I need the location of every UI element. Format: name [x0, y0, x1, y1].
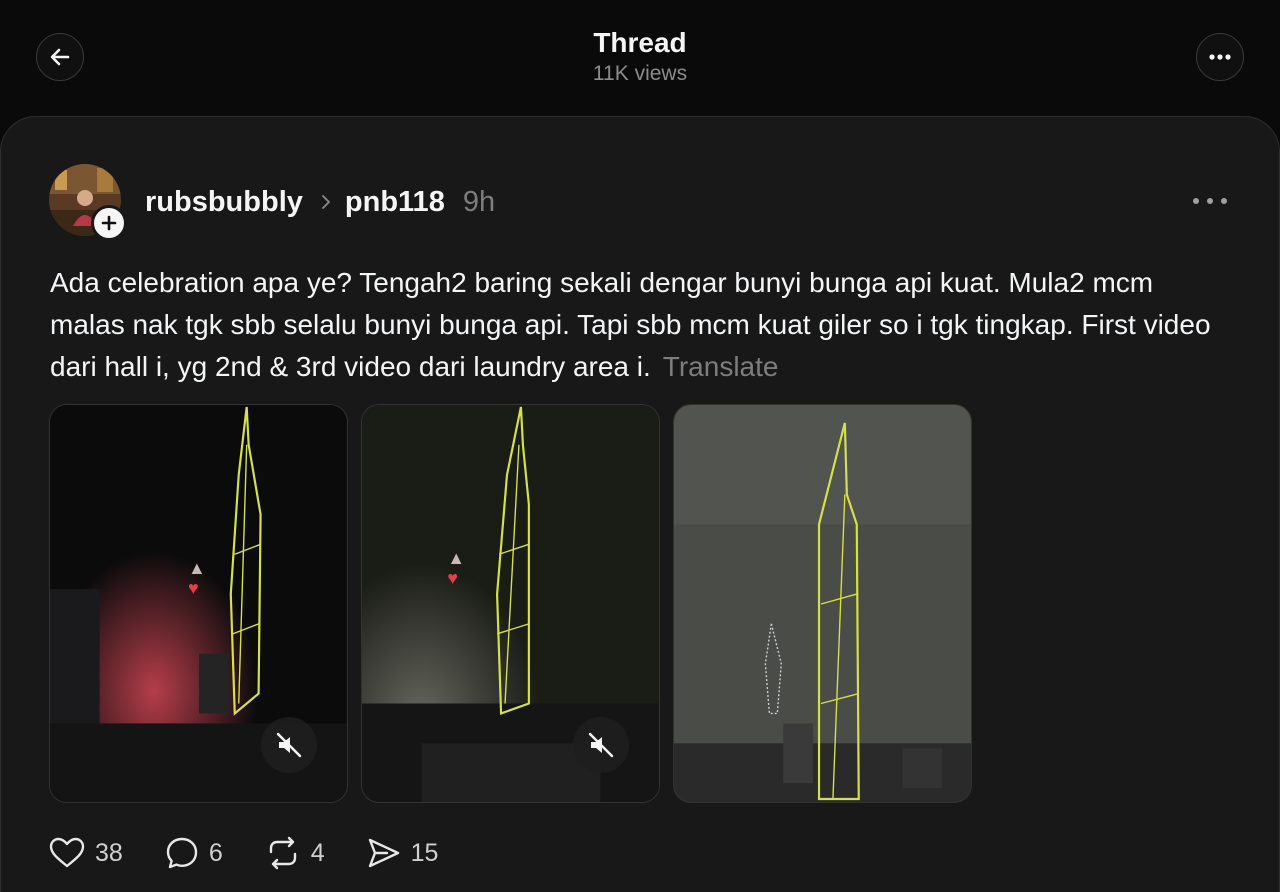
- post-more-button[interactable]: [1190, 192, 1230, 210]
- more-icon: [1193, 198, 1227, 204]
- photo-3-thumbnail: [674, 405, 971, 802]
- title-block: Thread 11K views: [440, 26, 840, 86]
- view-count: 11K views: [592, 62, 688, 85]
- share-button[interactable]: 15: [367, 836, 439, 870]
- send-icon: [368, 838, 399, 868]
- plus-icon: [101, 215, 117, 231]
- muted-speaker-icon: [276, 732, 302, 758]
- more-options-button[interactable]: [1196, 33, 1244, 81]
- repost-button[interactable]: 4: [265, 836, 325, 870]
- page-title: Thread: [593, 27, 687, 58]
- mute-button[interactable]: [261, 717, 317, 773]
- svg-text:▲: ▲: [447, 548, 465, 568]
- svg-text:♥: ♥: [447, 568, 458, 588]
- share-count: 15: [410, 838, 439, 867]
- topic-tag[interactable]: pnb118: [345, 186, 445, 219]
- back-button[interactable]: [36, 33, 84, 81]
- post-header: rubsbubbly pnb118 9h: [145, 182, 495, 222]
- repost-icon: [269, 836, 296, 870]
- follow-button[interactable]: [91, 205, 127, 241]
- repost-count: 4: [310, 838, 325, 867]
- more-icon: [1209, 54, 1231, 60]
- like-button[interactable]: 38: [49, 837, 123, 869]
- translate-link[interactable]: Translate: [663, 351, 779, 382]
- video-1[interactable]: ▲ ♥: [49, 404, 348, 803]
- action-bar: 38 6 4 15: [49, 832, 480, 874]
- svg-text:♥: ♥: [188, 578, 199, 598]
- post-text: Ada celebration apa ye? Tengah2 baring s…: [50, 262, 1230, 388]
- reply-count: 6: [208, 838, 223, 867]
- back-arrow-icon: [50, 48, 70, 66]
- video-2[interactable]: ▲ ♥: [361, 404, 660, 803]
- post-body: Ada celebration apa ye? Tengah2 baring s…: [50, 267, 1211, 382]
- comment-icon: [166, 837, 198, 869]
- chevron-right-icon: [321, 194, 331, 210]
- muted-speaker-icon: [588, 732, 614, 758]
- reply-button[interactable]: 6: [165, 836, 223, 870]
- username[interactable]: rubsbubbly: [145, 186, 303, 219]
- mute-button[interactable]: [573, 717, 629, 773]
- svg-text:▲: ▲: [188, 558, 206, 578]
- post-time: 9h: [462, 185, 496, 218]
- photo-3[interactable]: [673, 404, 972, 803]
- like-count: 38: [95, 838, 123, 867]
- heart-icon: [49, 837, 85, 868]
- top-bar: Thread 11K views: [0, 0, 1280, 116]
